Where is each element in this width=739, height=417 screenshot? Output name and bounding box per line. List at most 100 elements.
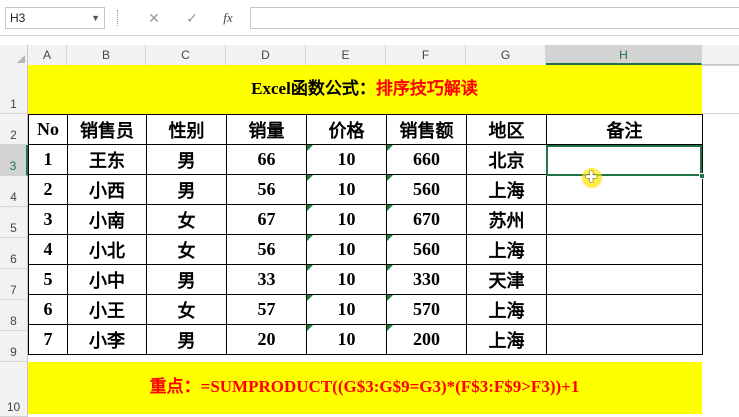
- cell[interactable]: 小南: [67, 204, 147, 235]
- cell[interactable]: [546, 204, 703, 235]
- table-row: 3 小南 女 67 10 670 苏州: [28, 204, 703, 235]
- cell[interactable]: 330: [386, 264, 467, 295]
- cell[interactable]: 小中: [67, 264, 147, 295]
- column-header-c[interactable]: C: [146, 45, 226, 65]
- row-header-1[interactable]: 1: [0, 65, 28, 114]
- cell[interactable]: 10: [306, 204, 387, 235]
- cell[interactable]: 王东: [67, 144, 147, 175]
- active-cell-border[interactable]: [546, 145, 702, 176]
- title-red: 排序技巧解读: [375, 79, 478, 98]
- cell[interactable]: 660: [386, 144, 467, 175]
- cell[interactable]: 小西: [67, 174, 147, 205]
- column-header-a[interactable]: A: [28, 45, 67, 65]
- column-header-e[interactable]: E: [306, 45, 386, 65]
- column-header-h[interactable]: H: [546, 45, 702, 65]
- row-header-2[interactable]: 2: [0, 114, 28, 145]
- row-header-4[interactable]: 4: [0, 176, 28, 207]
- row-header-7[interactable]: 7: [0, 269, 28, 300]
- select-all-corner[interactable]: [0, 45, 28, 65]
- row-header-3[interactable]: 3: [0, 145, 28, 176]
- error-indicator-icon: [387, 145, 393, 151]
- cell[interactable]: 上海: [466, 174, 547, 205]
- cell[interactable]: 57: [226, 294, 307, 325]
- row-header-6[interactable]: 6: [0, 238, 28, 269]
- table-row: 7 小李 男 20 10 200 上海: [28, 324, 703, 355]
- header-cell[interactable]: 价格: [306, 114, 387, 145]
- cell[interactable]: 苏州: [466, 204, 547, 235]
- header-cell[interactable]: No: [28, 114, 68, 145]
- cell[interactable]: 10: [306, 174, 387, 205]
- cell[interactable]: 4: [28, 234, 68, 265]
- cell[interactable]: 女: [146, 234, 227, 265]
- fill-handle[interactable]: [699, 173, 705, 179]
- cell[interactable]: [546, 174, 703, 205]
- cell[interactable]: 小王: [67, 294, 147, 325]
- cell[interactable]: 10: [306, 264, 387, 295]
- gridline: [702, 113, 739, 114]
- column-header-d[interactable]: D: [226, 45, 306, 65]
- cancel-icon[interactable]: ✕: [140, 7, 168, 29]
- sheet-title[interactable]: Excel函数公式：排序技巧解读: [28, 65, 701, 113]
- column-header-f[interactable]: F: [386, 45, 466, 65]
- cell[interactable]: 2: [28, 174, 68, 205]
- error-indicator-icon: [307, 325, 313, 331]
- cell[interactable]: 10: [306, 324, 387, 355]
- cell[interactable]: 女: [146, 294, 227, 325]
- row-header-9[interactable]: 9: [0, 331, 28, 362]
- fx-icon[interactable]: fx: [214, 7, 242, 29]
- cell[interactable]: [546, 294, 703, 325]
- error-indicator-icon: [307, 235, 313, 241]
- header-cell[interactable]: 性别: [146, 114, 227, 145]
- cell[interactable]: 560: [386, 234, 467, 265]
- cell[interactable]: 10: [306, 294, 387, 325]
- cell[interactable]: 33: [226, 264, 307, 295]
- cell[interactable]: 上海: [466, 294, 547, 325]
- header-cell[interactable]: 销售员: [67, 114, 147, 145]
- cell[interactable]: 1: [28, 144, 68, 175]
- enter-icon[interactable]: ✓: [178, 7, 206, 29]
- cell[interactable]: 3: [28, 204, 68, 235]
- cell[interactable]: 20: [226, 324, 307, 355]
- table-row: 6 小王 女 57 10 570 上海: [28, 294, 703, 325]
- cell[interactable]: 560: [386, 174, 467, 205]
- cell[interactable]: 6: [28, 294, 68, 325]
- header-cell[interactable]: 销量: [226, 114, 307, 145]
- row-header-8[interactable]: 8: [0, 300, 28, 331]
- row-header-10[interactable]: 10: [0, 362, 28, 417]
- chevron-down-icon[interactable]: ▼: [91, 8, 100, 28]
- column-header-b[interactable]: B: [67, 45, 146, 65]
- cell[interactable]: 10: [306, 234, 387, 265]
- cell[interactable]: 男: [146, 264, 227, 295]
- cell[interactable]: 男: [146, 174, 227, 205]
- header-cell[interactable]: 备注: [546, 114, 703, 145]
- cell[interactable]: 56: [226, 174, 307, 205]
- cell[interactable]: 上海: [466, 324, 547, 355]
- cell[interactable]: 56: [226, 234, 307, 265]
- cell[interactable]: 小李: [67, 324, 147, 355]
- cell[interactable]: 女: [146, 204, 227, 235]
- cell[interactable]: 66: [226, 144, 307, 175]
- cell[interactable]: [546, 234, 703, 265]
- cell[interactable]: 上海: [466, 234, 547, 265]
- header-cell[interactable]: 地区: [466, 114, 547, 145]
- formula-note[interactable]: 重点：=SUMPRODUCT((G$3:G$9=G3)*(F$3:F$9>F3)…: [28, 362, 701, 412]
- cell[interactable]: 男: [146, 144, 227, 175]
- cell[interactable]: 男: [146, 324, 227, 355]
- cell[interactable]: 670: [386, 204, 467, 235]
- column-header-g[interactable]: G: [466, 45, 546, 65]
- cell[interactable]: 5: [28, 264, 68, 295]
- cell[interactable]: 北京: [466, 144, 547, 175]
- cell[interactable]: 200: [386, 324, 467, 355]
- name-box[interactable]: H3 ▼: [5, 7, 105, 29]
- cell[interactable]: 小北: [67, 234, 147, 265]
- cell[interactable]: 天津: [466, 264, 547, 295]
- cell[interactable]: 67: [226, 204, 307, 235]
- cell[interactable]: 10: [306, 144, 387, 175]
- cell[interactable]: [546, 264, 703, 295]
- cell[interactable]: 7: [28, 324, 68, 355]
- row-header-5[interactable]: 5: [0, 207, 28, 238]
- header-cell[interactable]: 销售额: [386, 114, 467, 145]
- cell[interactable]: 570: [386, 294, 467, 325]
- formula-input[interactable]: [250, 7, 739, 29]
- cell[interactable]: [546, 324, 703, 355]
